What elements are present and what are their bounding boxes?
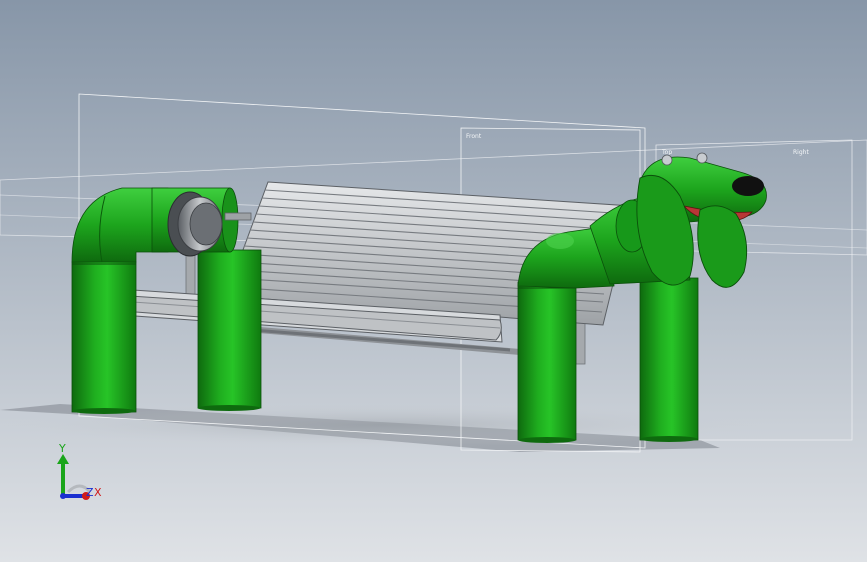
hub-inner — [189, 202, 223, 246]
model-scene[interactable]: Front Top Right — [0, 0, 867, 562]
front-leg-back — [639, 277, 699, 441]
front-leg-front — [517, 281, 577, 441]
hind-leg-front — [71, 261, 137, 413]
y-axis-label: Y — [58, 442, 66, 455]
hind-leg-back — [197, 249, 262, 409]
plane-label-right: Right — [793, 149, 809, 156]
x-axis-label: X — [94, 486, 102, 499]
coordinate-triad[interactable]: Y Z X — [50, 440, 110, 510]
hub-axle — [224, 212, 252, 221]
y-axis-arrow — [57, 454, 69, 464]
eye-right — [696, 152, 708, 164]
graphics-viewport[interactable]: Front Top Right Y Z X — [0, 0, 867, 562]
front-elbow-cap — [546, 233, 574, 249]
nose — [732, 176, 764, 196]
front-leg-front-foot — [518, 437, 576, 443]
front-leg-back-foot — [640, 436, 698, 442]
plane-label-front: Front — [466, 133, 482, 140]
hind-leg-back-foot — [197, 405, 261, 411]
origin — [60, 493, 66, 499]
eye-left — [661, 154, 673, 166]
z-axis-label: Z — [86, 486, 94, 499]
hind-leg-front-foot — [72, 408, 136, 414]
